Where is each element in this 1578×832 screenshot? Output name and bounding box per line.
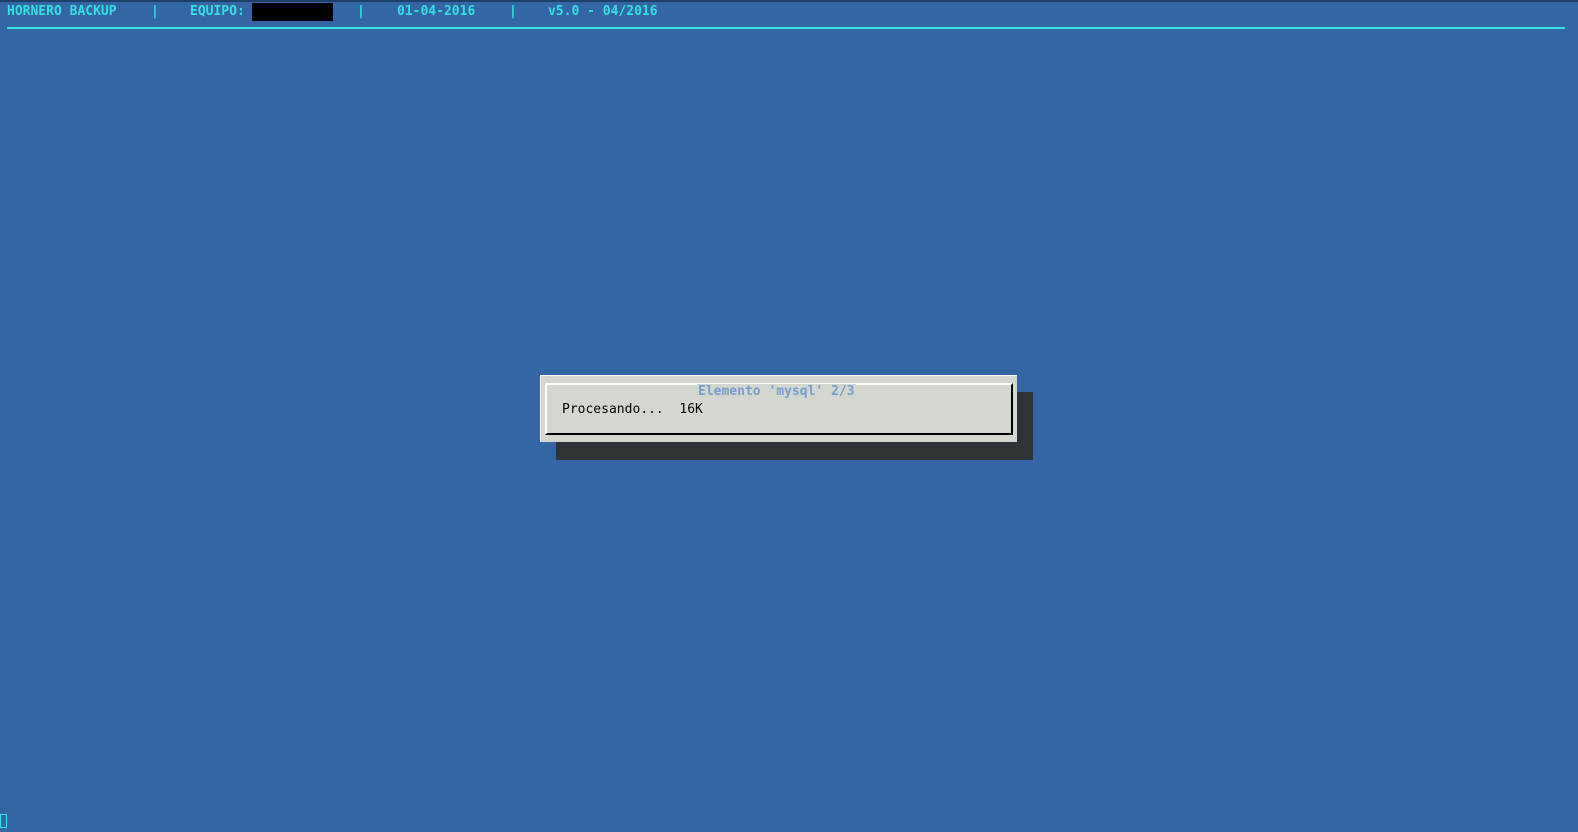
header-separator-2: | — [357, 4, 365, 19]
dialog-message: Procesando... 16K — [562, 402, 703, 417]
header-separator-3: | — [509, 4, 517, 19]
progress-dialog: Elemento 'mysql' 2/3 Procesando... 16K — [540, 375, 1017, 442]
header-divider — [7, 27, 1565, 29]
header-date: 01-04-2016 — [397, 4, 476, 19]
header-separator-1: | — [151, 4, 159, 19]
screen-top-edge — [0, 0, 1578, 2]
header-bar: HORNERO BACKUP | EQUIPO: | 01-04-2016 | … — [7, 3, 658, 20]
equipo-redacted-value — [252, 3, 333, 21]
header-version: v5.0 - 04/2016 — [548, 4, 658, 19]
equipo-label: EQUIPO: — [190, 4, 245, 19]
dialog-frame: Elemento 'mysql' 2/3 Procesando... 16K — [545, 383, 1013, 435]
terminal-cursor — [0, 814, 7, 828]
app-name: HORNERO BACKUP — [7, 4, 117, 19]
dialog-title: Elemento 'mysql' 2/3 — [697, 384, 856, 399]
